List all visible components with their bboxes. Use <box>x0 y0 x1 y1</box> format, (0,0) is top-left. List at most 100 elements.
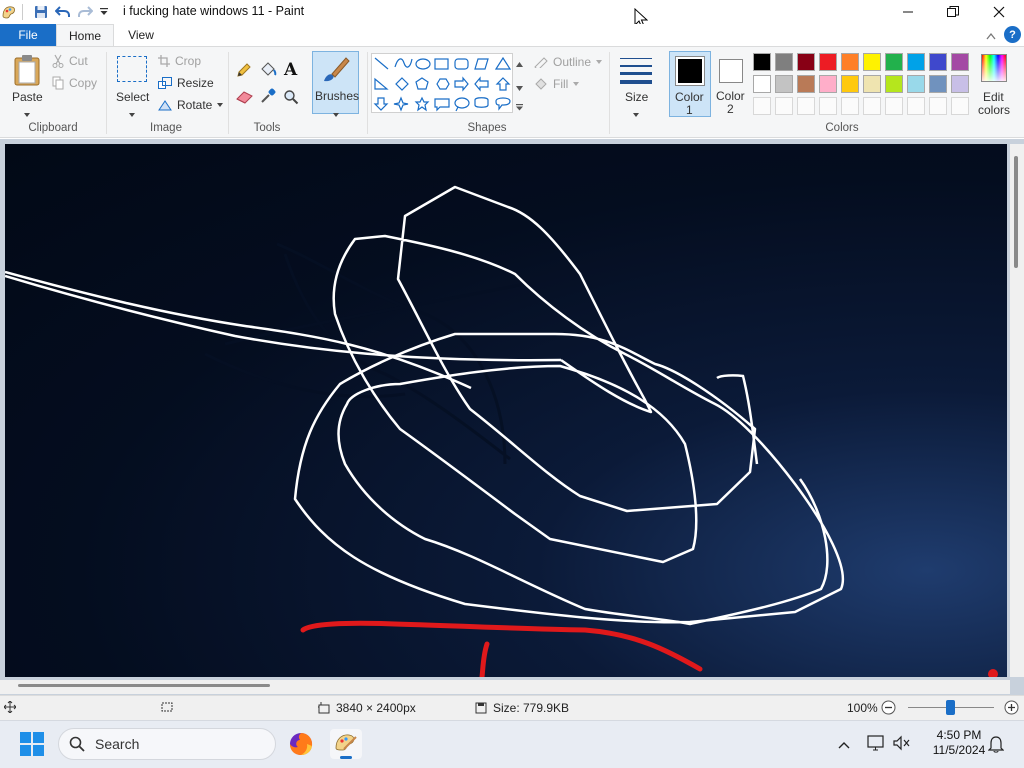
resize-button[interactable]: Resize <box>158 76 214 90</box>
crop-button[interactable]: Crop <box>158 54 201 68</box>
palette-color-swatch[interactable] <box>797 53 815 71</box>
vertical-scroll-thumb[interactable] <box>1014 156 1018 268</box>
zoom-level: 100% <box>847 701 878 715</box>
fill-bucket-icon[interactable] <box>259 62 277 81</box>
tab-view[interactable]: View <box>118 24 164 46</box>
chevron-down-icon <box>333 106 339 120</box>
color2-button[interactable]: Color 2 <box>714 51 750 117</box>
customize-toolbar-icon[interactable] <box>95 3 113 21</box>
palette-color-swatch[interactable] <box>775 75 793 93</box>
palette-custom-swatch[interactable] <box>797 97 815 115</box>
palette-custom-swatch[interactable] <box>951 97 969 115</box>
zoom-in-icon[interactable] <box>1004 700 1019 718</box>
copy-button[interactable]: Copy <box>52 76 97 90</box>
fill-label: Fill <box>553 77 569 91</box>
color-picker-icon[interactable] <box>260 88 276 107</box>
palette-custom-swatch[interactable] <box>863 97 881 115</box>
rotate-button[interactable]: Rotate <box>158 98 224 112</box>
shapes-scroll-up-icon[interactable] <box>516 56 523 70</box>
fill-icon <box>535 78 547 90</box>
paint-app-icon[interactable] <box>0 3 18 21</box>
shapes-scroll-down-icon[interactable] <box>516 80 523 94</box>
palette-color-swatch[interactable] <box>951 53 969 71</box>
save-icon[interactable] <box>32 3 50 21</box>
maximize-button[interactable] <box>930 0 976 24</box>
outline-button[interactable]: Outline <box>534 55 603 69</box>
image-group-label: Image <box>150 122 182 134</box>
firefox-icon[interactable] <box>288 731 314 760</box>
copy-label: Copy <box>69 76 98 90</box>
palette-color-swatch[interactable] <box>753 53 771 71</box>
selection-size-icon <box>160 701 174 713</box>
eraser-icon[interactable] <box>236 90 254 107</box>
collapse-ribbon-icon[interactable] <box>986 29 996 43</box>
undo-icon[interactable] <box>54 3 72 21</box>
show-hidden-icons-icon[interactable] <box>838 738 850 752</box>
volume-muted-icon[interactable] <box>893 735 911 754</box>
cut-button[interactable]: Cut <box>52 54 88 68</box>
palette-color-swatch[interactable] <box>907 53 925 71</box>
palette-color-swatch[interactable] <box>929 75 947 93</box>
brushes-button[interactable]: Brushes <box>312 51 359 117</box>
palette-color-swatch[interactable] <box>885 53 903 71</box>
redo-icon[interactable] <box>76 3 94 21</box>
palette-custom-swatch[interactable] <box>841 97 859 115</box>
paint-icon <box>335 734 357 751</box>
palette-custom-swatch[interactable] <box>775 97 793 115</box>
palette-custom-swatch[interactable] <box>907 97 925 115</box>
zoom-slider-thumb[interactable] <box>946 700 955 715</box>
pencil-icon[interactable] <box>236 62 252 81</box>
ribbon-separator <box>609 52 610 134</box>
tab-home[interactable]: Home <box>56 24 114 47</box>
help-icon[interactable]: ? <box>1004 26 1021 43</box>
text-tool-icon[interactable]: A <box>284 60 297 80</box>
paste-button[interactable]: Paste <box>8 52 46 117</box>
palette-custom-swatch[interactable] <box>819 97 837 115</box>
dimensions-text: 3840 × 2400px <box>336 701 416 715</box>
fill-button[interactable]: Fill <box>534 77 580 91</box>
palette-color-swatch[interactable] <box>841 53 859 71</box>
palette-custom-swatch[interactable] <box>753 97 771 115</box>
clipboard-group-label: Clipboard <box>28 122 78 134</box>
palette-color-swatch[interactable] <box>863 53 881 71</box>
palette-color-swatch[interactable] <box>819 53 837 71</box>
horizontal-scroll-thumb[interactable] <box>18 684 270 687</box>
windows-start-icon[interactable] <box>20 732 44 759</box>
shapes-gallery[interactable] <box>371 53 513 113</box>
palette-color-swatch[interactable] <box>951 75 969 93</box>
palette-color-swatch[interactable] <box>797 75 815 93</box>
color1-button[interactable]: Color 1 <box>669 51 711 117</box>
tab-file[interactable]: File <box>0 24 56 46</box>
palette-color-swatch[interactable] <box>819 75 837 93</box>
palette-color-swatch[interactable] <box>929 53 947 71</box>
close-button[interactable] <box>976 0 1022 24</box>
zoom-out-icon[interactable] <box>881 700 896 718</box>
palette-color-swatch[interactable] <box>775 53 793 71</box>
notification-bell-icon[interactable] <box>987 735 1005 756</box>
file-size: Size: 779.9KB <box>475 701 569 715</box>
palette-color-swatch[interactable] <box>907 75 925 93</box>
outline-label: Outline <box>553 55 592 69</box>
palette-color-swatch[interactable] <box>841 75 859 93</box>
paint-taskbar-button[interactable] <box>330 729 362 759</box>
close-icon <box>993 6 1005 18</box>
edit-colors-button[interactable]: Edit colors <box>978 52 1010 117</box>
palette-color-swatch[interactable] <box>863 75 881 93</box>
minimize-button[interactable] <box>885 0 931 24</box>
drawing-canvas[interactable] <box>5 144 1007 677</box>
search-icon <box>69 736 85 752</box>
palette-custom-swatch[interactable] <box>885 97 903 115</box>
magnifier-icon[interactable] <box>283 89 299 108</box>
canvas-size-icon <box>318 702 330 714</box>
size-button[interactable]: Size <box>616 53 656 117</box>
color2-number: 2 <box>727 102 734 116</box>
title-divider <box>22 4 23 20</box>
horizontal-scrollbar[interactable] <box>0 680 1010 694</box>
shapes-more-icon[interactable] <box>516 100 523 114</box>
network-icon[interactable] <box>867 735 885 754</box>
palette-color-swatch[interactable] <box>885 75 903 93</box>
palette-custom-swatch[interactable] <box>929 97 947 115</box>
palette-color-swatch[interactable] <box>753 75 771 93</box>
select-button[interactable]: Select <box>114 54 150 117</box>
taskbar-search-box[interactable]: Search <box>58 728 276 760</box>
